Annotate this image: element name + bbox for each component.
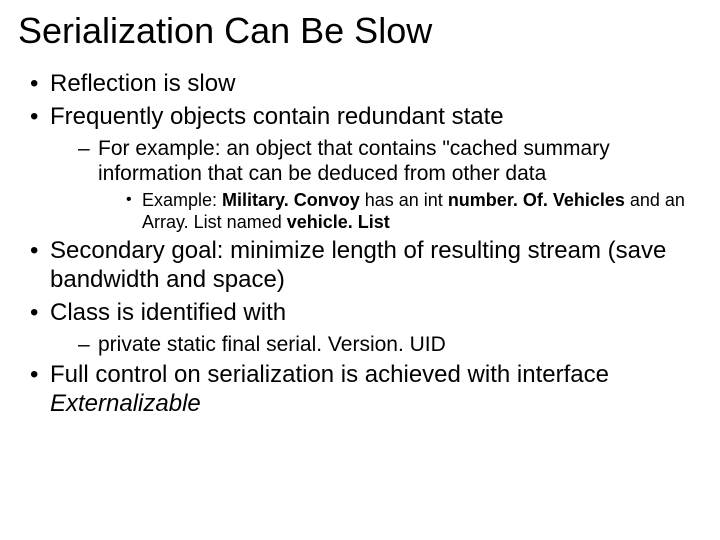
sub-bullet-list: For example: an object that contains "ca…	[50, 136, 708, 234]
bold-text: vehicle. List	[287, 212, 390, 232]
sub-sub-bullet-list: Example: Military. Convoy has an int num…	[98, 190, 708, 233]
bold-text: number. Of. Vehicles	[448, 190, 625, 210]
sub-bullet-item: private static final serial. Version. UI…	[78, 332, 708, 357]
bullet-text: has an int	[360, 190, 448, 210]
bullet-item: Class is identified with private static …	[30, 299, 708, 357]
bullet-text: Frequently objects contain redundant sta…	[50, 103, 504, 130]
sub-bullet-list: private static final serial. Version. UI…	[50, 332, 708, 357]
bullet-text: Full control on serialization is achieve…	[50, 361, 609, 388]
bullet-item: Secondary goal: minimize length of resul…	[30, 237, 708, 295]
bullet-item: Full control on serialization is achieve…	[30, 361, 708, 419]
bullet-text: Class is identified with	[50, 299, 286, 326]
bullet-text: private static final serial. Version. UI…	[98, 333, 446, 356]
sub-sub-bullet-item: Example: Military. Convoy has an int num…	[126, 190, 708, 233]
bullet-list: Reflection is slow Frequently objects co…	[0, 70, 720, 418]
sub-bullet-item: For example: an object that contains "ca…	[78, 136, 708, 234]
bullet-item: Frequently objects contain redundant sta…	[30, 103, 708, 233]
bullet-text: For example: an object that contains "ca…	[98, 137, 610, 185]
slide-title: Serialization Can Be Slow	[18, 10, 720, 52]
italic-text: Externalizable	[50, 390, 201, 417]
bold-text: Military. Convoy	[222, 190, 360, 210]
bullet-text: Secondary goal: minimize length of resul…	[50, 237, 666, 293]
bullet-text: Reflection is slow	[50, 70, 235, 97]
slide: Serialization Can Be Slow Reflection is …	[0, 0, 720, 540]
bullet-text: Example:	[142, 190, 222, 210]
bullet-item: Reflection is slow	[30, 70, 708, 99]
